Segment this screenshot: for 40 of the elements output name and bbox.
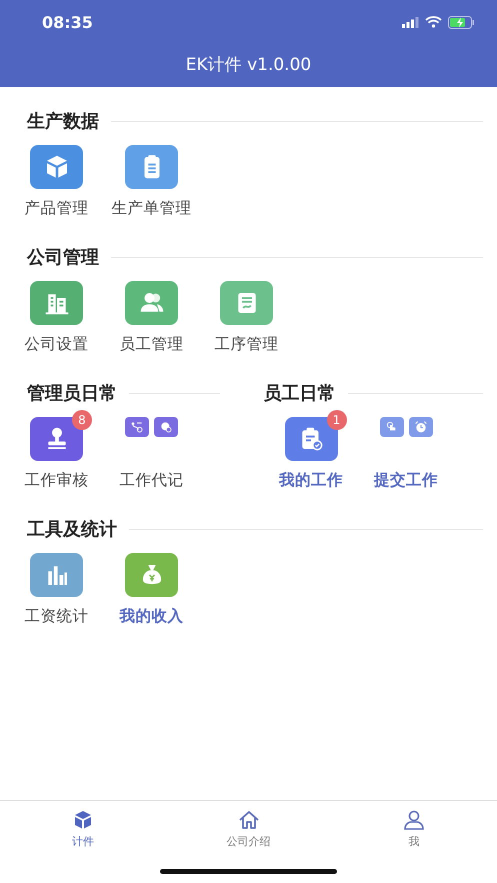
alarm-clock-icon [412,419,428,435]
menu-item-label[interactable]: 工资统计 [24,606,88,627]
section-title: 员工日常 [264,382,336,405]
status-time: 08:35 [42,12,93,32]
menu-item-label[interactable]: 产品管理 [24,198,88,219]
section-title: 公司管理 [27,246,99,269]
menu-item-label[interactable]: 公司设置 [24,334,88,355]
menu-item-label[interactable]: 工作代记 [120,470,184,491]
menu-item-label[interactable]: 我的收入 [120,606,184,627]
menu-item-label[interactable]: 我的工作 [279,470,343,491]
menu-item-label[interactable]: 生产单管理 [112,198,192,219]
tab[interactable]: 公司介绍 [166,801,332,849]
menu-tile[interactable] [125,553,178,597]
count-badge: 8 [72,410,92,430]
section-title: 工具及统计 [27,518,117,541]
menu-tile[interactable] [125,281,178,325]
menu-item-label[interactable]: 员工管理 [120,334,184,355]
menu-tile[interactable] [220,281,273,325]
section-title: 生产数据 [27,110,99,133]
count-badge: 1 [326,410,346,430]
menu-item-label[interactable]: 工作审核 [24,470,88,491]
app-title: EK计件 v1.0.00 [184,54,312,76]
tab[interactable]: 我 [331,801,497,849]
menu-tile[interactable] [30,281,83,325]
menu-tile[interactable] [154,417,178,437]
menu-tile[interactable] [380,417,404,437]
menu-tile[interactable] [30,553,83,597]
menu-tile[interactable] [30,145,83,189]
menu-tile[interactable] [284,417,338,461]
battery-icon [448,16,475,28]
menu-tile[interactable] [408,417,432,437]
menu-tile[interactable] [125,145,178,189]
signal-icon [402,16,419,28]
menu-item-label[interactable]: 工序管理 [214,334,278,355]
wifi-icon [425,16,442,28]
tab[interactable]: 计件 [0,801,166,849]
section-title: 管理员日常 [27,382,117,405]
menu-tile[interactable] [30,417,83,461]
menu-item-label[interactable]: 提交工作 [374,470,438,491]
menu-tile[interactable] [125,417,149,437]
